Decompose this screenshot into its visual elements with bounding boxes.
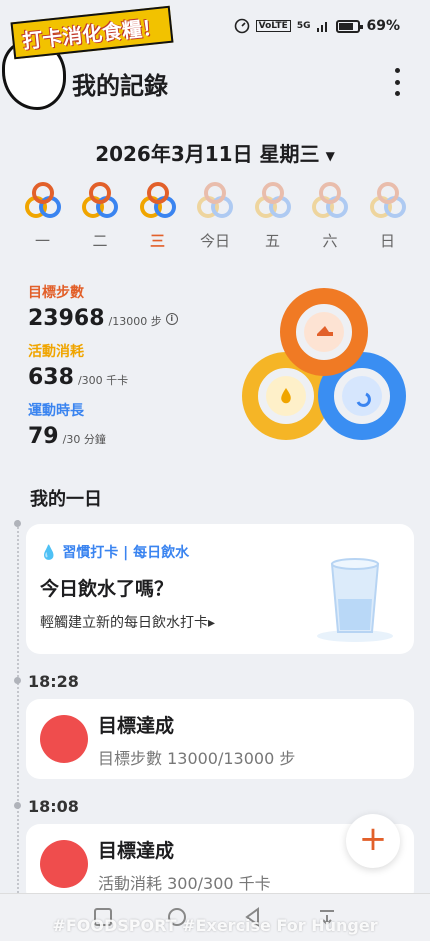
add-button[interactable]: + xyxy=(346,814,400,868)
timeline-dot xyxy=(14,520,21,527)
steps-value: 23968 xyxy=(28,306,105,331)
caret-down-icon: ▼ xyxy=(325,148,335,163)
day-label: 二 xyxy=(92,232,108,250)
duration-goal: /30 分鐘 xyxy=(62,433,106,446)
goal-subtitle: 活動消耗 300/300 千卡 xyxy=(98,874,271,893)
day-label: 一 xyxy=(34,232,50,250)
status-bar: VoLTE 5G 69% xyxy=(0,0,430,56)
day-label: 今日 xyxy=(199,232,230,250)
day-2[interactable]: 三 xyxy=(129,180,186,251)
water-glass-icon xyxy=(317,558,393,642)
day-6[interactable]: 日 xyxy=(359,180,416,251)
battery-percent: 69% xyxy=(366,18,400,34)
day-rings-icon xyxy=(82,182,118,218)
day-rings-icon xyxy=(312,182,348,218)
battery-icon xyxy=(336,19,364,33)
duration-label: 運動時長 xyxy=(28,403,84,419)
day-rings-icon xyxy=(139,182,176,218)
day-rings-icon xyxy=(24,182,61,218)
speed-icon xyxy=(234,18,249,34)
day-rings-icon xyxy=(369,182,406,218)
calories-goal: /300 千卡 xyxy=(77,374,129,387)
watermark: #FOODSPORT #Exercise For Hunger xyxy=(52,916,378,935)
day-label: 五 xyxy=(264,232,280,250)
day-rings-icon xyxy=(197,182,233,218)
date-selector[interactable]: 2026年3月11日 星期三 ▼ xyxy=(0,138,430,167)
day-label: 三 xyxy=(149,232,165,250)
flame-icon xyxy=(40,840,88,888)
water-subtitle-text: 輕觸建立新的每日飲水打卡 xyxy=(40,615,208,631)
header: 我的記錄 xyxy=(0,62,430,102)
water-tag-label: 習慣打卡 | 每日飲水 xyxy=(62,545,190,561)
calories-value: 638 xyxy=(28,365,74,390)
volte-icon: VoLTE xyxy=(255,20,291,32)
signal-icon xyxy=(317,22,328,32)
day-rings-icon xyxy=(254,182,291,218)
event-time: 18:28 xyxy=(28,672,79,691)
calories-value-row: 638/300 千卡 xyxy=(28,365,258,390)
arrow-right-icon: ▸ xyxy=(208,615,216,631)
more-menu-icon[interactable] xyxy=(392,68,402,96)
timeline-dot xyxy=(14,802,21,809)
stats-panel: 目標步數 23968/13000 步i 活動消耗 638/300 千卡 運動時長… xyxy=(28,282,258,459)
day-5[interactable]: 六 xyxy=(302,180,359,251)
timeline-dot xyxy=(14,677,21,684)
status-icons: VoLTE 5G 69% xyxy=(234,18,400,34)
system-nav-bar: #FOODSPORT #Exercise For Hunger xyxy=(0,893,430,941)
calories-label: 活動消耗 xyxy=(28,344,84,360)
goal-subtitle: 目標步數 13000/13000 步 xyxy=(98,749,296,768)
water-checkin-card[interactable]: 💧 習慣打卡 | 每日飲水 今日飲水了嗎？ 輕觸建立新的每日飲水打卡▸ xyxy=(26,524,414,654)
goal-achieved-card[interactable]: 目標達成目標步數 13000/13000 步 xyxy=(26,699,414,779)
network-label: 5G xyxy=(296,21,311,31)
date-label: 2026年3月11日 星期三 xyxy=(95,142,320,166)
week-strip: 一 二 三 今日 五 六 日 xyxy=(14,180,416,251)
duration-value-row: 79/30 分鐘 xyxy=(28,424,258,449)
event-time: 18:08 xyxy=(28,797,79,816)
activity-rings[interactable] xyxy=(240,284,406,444)
water-title: 今日飲水了嗎？ xyxy=(40,578,174,600)
info-icon[interactable]: i xyxy=(165,313,178,325)
steps-label: 目標步數 xyxy=(28,285,84,301)
duration-value: 79 xyxy=(28,424,59,449)
goal-title: 目標達成 xyxy=(98,840,175,862)
day-1[interactable]: 二 xyxy=(72,180,129,251)
water-subtitle: 輕觸建立新的每日飲水打卡▸ xyxy=(40,612,215,632)
timer-icon xyxy=(342,376,382,416)
steps-value-row: 23968/13000 步i xyxy=(28,306,258,331)
section-title: 我的一日 xyxy=(30,489,102,510)
day-3[interactable]: 今日 xyxy=(187,180,244,251)
steps-goal: /13000 步 xyxy=(108,315,162,328)
water-tag: 💧 習慣打卡 | 每日飲水 xyxy=(40,542,189,562)
page-title: 我的記錄 xyxy=(72,72,168,100)
day-0[interactable]: 一 xyxy=(14,180,71,251)
goal-title: 目標達成 xyxy=(98,715,175,737)
water-drop-icon: 💧 xyxy=(40,545,58,561)
timeline-line xyxy=(17,520,19,900)
day-label: 日 xyxy=(379,232,395,250)
shoe-icon xyxy=(40,715,88,763)
day-label: 六 xyxy=(322,232,338,250)
day-4[interactable]: 五 xyxy=(244,180,301,251)
